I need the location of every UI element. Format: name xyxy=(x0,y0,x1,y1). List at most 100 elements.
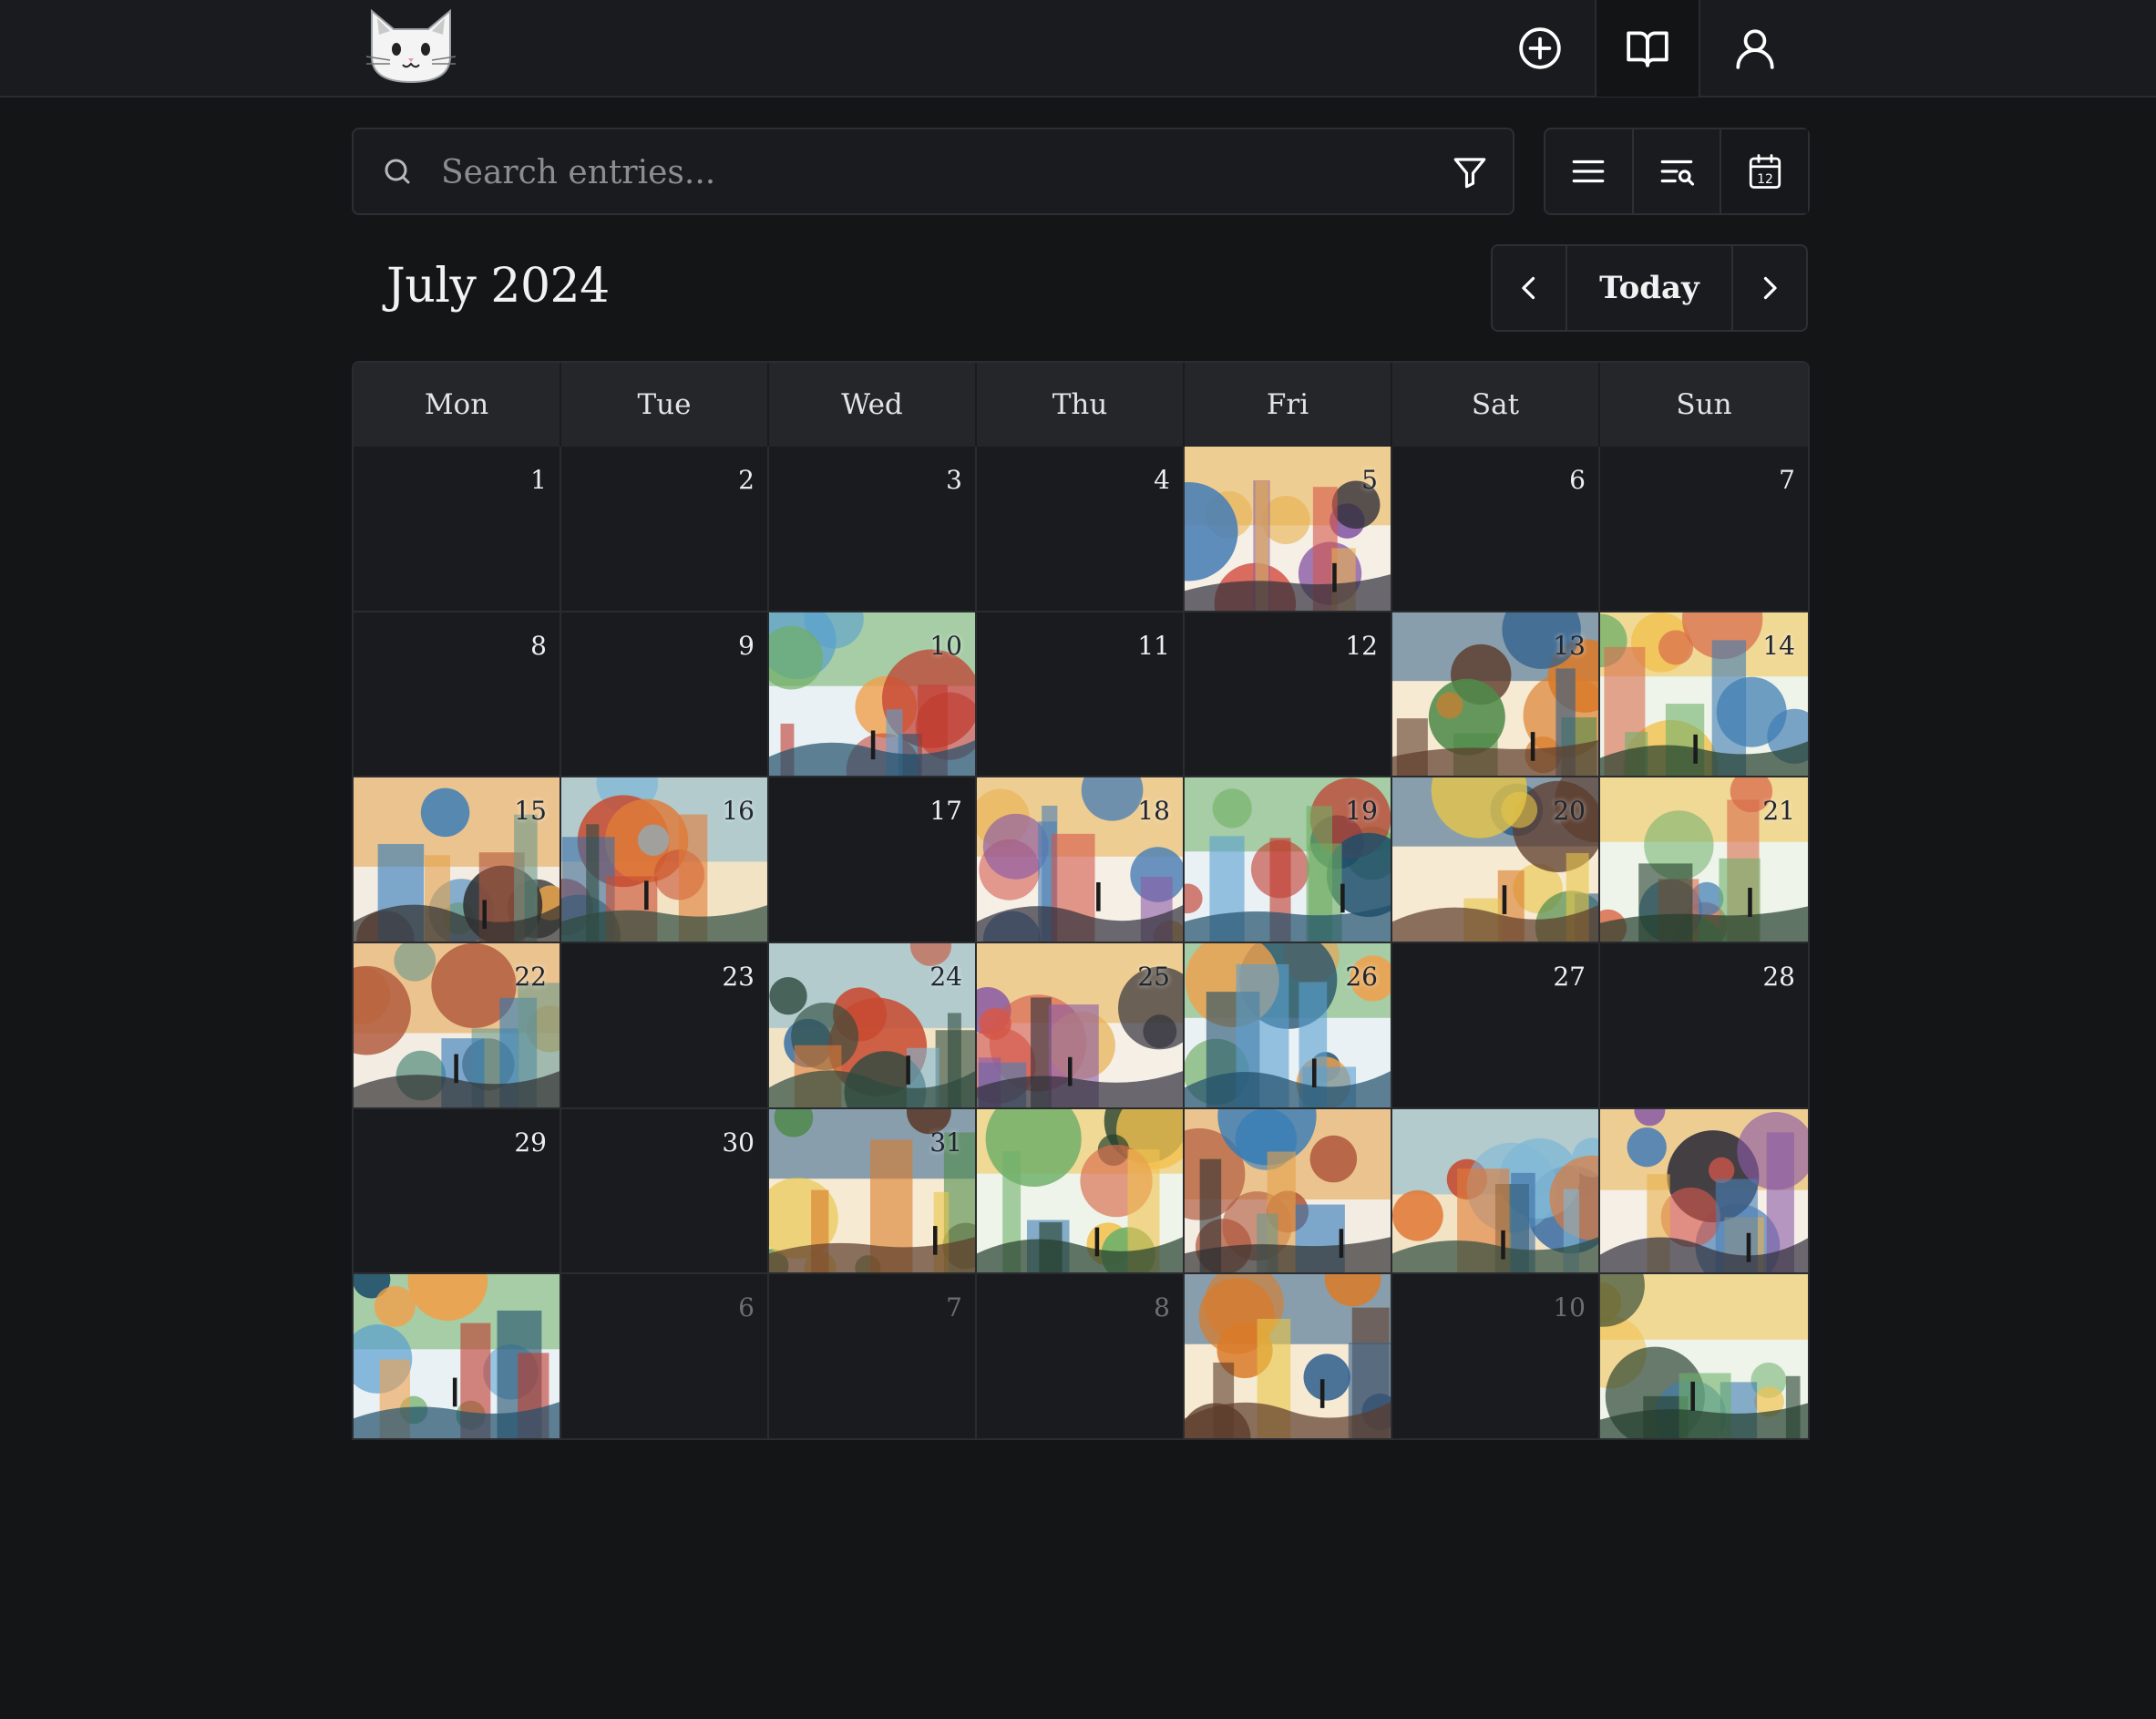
day-number: 19 xyxy=(1345,796,1378,827)
calendar-day-with-entry[interactable] xyxy=(1600,1108,1808,1275)
add-entry-button[interactable] xyxy=(1487,0,1593,97)
view-mode-switcher: 12 xyxy=(1544,128,1810,215)
plus-circle-icon xyxy=(1519,27,1561,69)
calendar-day[interactable]: 11 xyxy=(977,612,1185,778)
weekday-label: Wed xyxy=(769,363,977,447)
day-number: 17 xyxy=(929,796,962,827)
weekday-label: Tue xyxy=(561,363,769,447)
day-number: 3 xyxy=(946,465,962,495)
month-title: July 2024 xyxy=(386,259,610,314)
calendar-day-with-entry[interactable] xyxy=(1600,1274,1808,1438)
list-search-icon xyxy=(1660,160,1695,186)
search-input[interactable] xyxy=(441,146,1389,199)
day-number: 30 xyxy=(722,1127,755,1158)
day-number: 25 xyxy=(1137,962,1170,992)
adjacent-month-day-number: 7 xyxy=(946,1292,962,1323)
day-number: 9 xyxy=(738,630,755,661)
day-number: 6 xyxy=(1569,465,1586,495)
calendar-day-with-entry[interactable]: 31 xyxy=(769,1108,977,1275)
weekday-label: Thu xyxy=(977,363,1185,447)
calendar-day-with-entry[interactable]: 10 xyxy=(769,612,977,778)
calendar-day-with-entry[interactable]: 16 xyxy=(561,777,769,943)
weekday-header: Mon Tue Wed Thu Fri Sat Sun xyxy=(354,363,1808,447)
chevron-right-icon xyxy=(1763,276,1777,300)
day-number: 5 xyxy=(1361,465,1378,495)
weekday-label: Sun xyxy=(1676,388,1732,421)
calendar-day[interactable]: 27 xyxy=(1392,943,1600,1109)
user-icon xyxy=(1736,29,1774,69)
calendar-day-with-entry[interactable]: 20 xyxy=(1392,777,1600,943)
calendar-day-with-entry[interactable] xyxy=(1185,1274,1392,1438)
entry-thumbnail-image xyxy=(1185,1108,1391,1273)
calendar-day-with-entry[interactable]: 21 xyxy=(1600,777,1808,943)
day-number: 18 xyxy=(1137,796,1170,827)
day-number: 31 xyxy=(929,1127,962,1158)
day-number: 2 xyxy=(738,465,755,495)
day-number: 11 xyxy=(1137,630,1170,661)
day-number: 28 xyxy=(1762,962,1795,992)
day-number: 7 xyxy=(1779,465,1795,495)
calendar-day-with-entry[interactable]: 22 xyxy=(354,943,561,1109)
day-number: 26 xyxy=(1345,962,1378,992)
search-bar xyxy=(352,128,1514,215)
cat-logo-icon[interactable] xyxy=(363,4,459,86)
calendar-day-with-entry[interactable] xyxy=(354,1274,561,1438)
calendar-day[interactable]: 29 xyxy=(354,1108,561,1275)
calendar-day[interactable]: 10 xyxy=(1392,1274,1600,1438)
calendar-day[interactable]: 2 xyxy=(561,447,769,612)
day-number: 14 xyxy=(1762,630,1795,661)
calendar-day-with-entry[interactable]: 25 xyxy=(977,943,1185,1109)
adjacent-month-day-number: 8 xyxy=(1154,1292,1170,1323)
calendar-day-with-entry[interactable]: 14 xyxy=(1600,612,1808,778)
today-button[interactable]: Today xyxy=(1566,246,1733,330)
top-navigation-bar xyxy=(0,0,2156,98)
filter-icon[interactable] xyxy=(1451,153,1489,191)
day-number: 27 xyxy=(1553,962,1586,992)
calendar-day-with-entry[interactable]: 13 xyxy=(1392,612,1600,778)
open-book-icon xyxy=(1627,31,1668,67)
month-calendar: Mon Tue Wed Thu Fri Sat Sun 1 2 3 4 5 6 7 8 9 10 1… xyxy=(352,361,1810,1440)
day-number: 13 xyxy=(1553,630,1586,661)
next-month-button[interactable] xyxy=(1733,246,1806,330)
day-number: 1 xyxy=(530,465,547,495)
calendar-day[interactable]: 17 xyxy=(769,777,977,943)
calendar-day-with-entry[interactable]: 5 xyxy=(1185,447,1392,612)
calendar-day[interactable]: 28 xyxy=(1600,943,1808,1109)
calendar-day-with-entry[interactable]: 19 xyxy=(1185,777,1392,943)
calendar-day-with-entry[interactable] xyxy=(1185,1108,1392,1275)
calendar-day[interactable]: 30 xyxy=(561,1108,769,1275)
calendar-day[interactable]: 8 xyxy=(354,612,561,778)
calendar-day[interactable]: 7 xyxy=(1600,447,1808,612)
entry-thumbnail-image xyxy=(1392,1108,1598,1273)
search-list-view-button[interactable] xyxy=(1634,129,1722,213)
calendar-day-with-entry[interactable] xyxy=(977,1108,1185,1275)
adjacent-month-day-number: 10 xyxy=(1553,1292,1586,1323)
calendar-view-button[interactable]: 12 xyxy=(1721,129,1809,213)
day-number: 10 xyxy=(929,630,962,661)
day-number: 21 xyxy=(1762,796,1795,827)
list-view-button[interactable] xyxy=(1545,129,1634,213)
calendar-day-with-entry[interactable] xyxy=(1392,1108,1600,1275)
calendar-day-with-entry[interactable]: 15 xyxy=(354,777,561,943)
calendar-day[interactable]: 3 xyxy=(769,447,977,612)
calendar-day[interactable]: 6 xyxy=(1392,447,1600,612)
calendar-day[interactable]: 1 xyxy=(354,447,561,612)
profile-button[interactable] xyxy=(1702,0,1808,97)
svg-text:12: 12 xyxy=(1757,172,1773,187)
chevron-left-icon xyxy=(1522,276,1535,300)
calendar-day[interactable]: 8 xyxy=(977,1274,1185,1438)
weekday-label: Fri xyxy=(1185,363,1392,447)
calendar-day-with-entry[interactable]: 26 xyxy=(1185,943,1392,1109)
calendar-day[interactable]: 9 xyxy=(561,612,769,778)
calendar-day[interactable]: 23 xyxy=(561,943,769,1109)
journal-button[interactable] xyxy=(1595,0,1700,97)
day-number: 22 xyxy=(514,962,547,992)
calendar-day[interactable]: 12 xyxy=(1185,612,1392,778)
calendar-day[interactable]: 6 xyxy=(561,1274,769,1438)
search-icon xyxy=(385,159,410,184)
calendar-day[interactable]: 4 xyxy=(977,447,1185,612)
calendar-day-with-entry[interactable]: 18 xyxy=(977,777,1185,943)
previous-month-button[interactable] xyxy=(1493,246,1566,330)
calendar-day-with-entry[interactable]: 24 xyxy=(769,943,977,1109)
calendar-day[interactable]: 7 xyxy=(769,1274,977,1438)
